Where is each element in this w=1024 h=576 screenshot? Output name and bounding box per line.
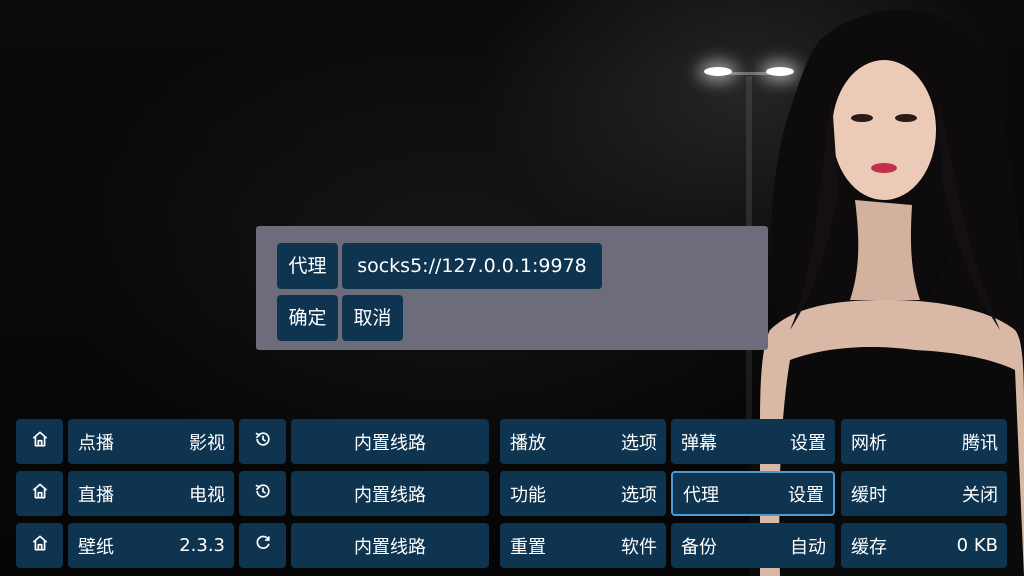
live-value: 电视 [189,484,225,506]
wallpaper-button[interactable]: 壁纸 2.3.3 [68,523,234,568]
cancel-button[interactable]: 取消 [342,295,403,341]
home-button[interactable] [16,523,63,568]
proxy-settings-label: 代理 [683,484,719,506]
cache-size-value: 0 KB [956,535,998,556]
live-label: 直播 [78,484,114,506]
vod-route-button[interactable]: 内置线路 [291,419,489,464]
danmaku-label: 弹幕 [681,432,717,454]
home-button[interactable] [16,471,63,516]
danmaku-value: 设置 [790,432,826,454]
reset-value: 软件 [621,536,657,558]
danmaku-settings-button[interactable]: 弹幕 设置 [671,419,835,464]
reset-software-button[interactable]: 重置 软件 [500,523,666,568]
parser-label: 网析 [851,432,887,454]
proxy-settings-button[interactable]: 代理 设置 [671,471,835,516]
home-icon [30,481,50,506]
backup-label: 备份 [681,536,717,558]
player-options-button[interactable]: 播放 选项 [500,419,666,464]
player-value: 选项 [621,432,657,454]
refresh-icon [253,533,273,558]
function-value: 选项 [621,484,657,506]
confirm-button[interactable]: 确定 [277,295,338,341]
backup-button[interactable]: 备份 自动 [671,523,835,568]
cache-button[interactable]: 缓存 0 KB [841,523,1007,568]
function-options-button[interactable]: 功能 选项 [500,471,666,516]
live-route-button[interactable]: 内置线路 [291,471,489,516]
buffer-time-label: 缓时 [851,484,887,506]
wallpaper-route-button[interactable]: 内置线路 [291,523,489,568]
proxy-settings-value: 设置 [788,484,824,506]
home-icon [30,429,50,454]
wallpaper-route-label: 内置线路 [354,536,426,558]
live-history-button[interactable] [239,471,286,516]
live-site-button[interactable]: 直播 电视 [68,471,234,516]
refresh-button[interactable] [239,523,286,568]
cache-label: 缓存 [851,536,887,558]
proxy-label: 代理 [277,243,338,289]
proxy-address-field[interactable]: socks5://127.0.0.1:9978 [342,243,602,289]
proxy-dialog: 代理 socks5://127.0.0.1:9978 确定 取消 [256,226,768,350]
parser-button[interactable]: 网析 腾讯 [841,419,1007,464]
vod-value: 影视 [189,432,225,454]
version-value: 2.3.3 [179,535,225,556]
parser-value: 腾讯 [962,432,998,454]
home-icon [30,533,50,558]
function-label: 功能 [510,484,546,506]
player-label: 播放 [510,432,546,454]
street-lamp-light [704,67,732,76]
vod-site-button[interactable]: 点播 影视 [68,419,234,464]
buffer-time-button[interactable]: 缓时 关闭 [841,471,1007,516]
history-icon [253,429,273,454]
wallpaper-label: 壁纸 [78,536,114,558]
buffer-time-value: 关闭 [962,484,998,506]
history-icon [253,481,273,506]
backup-value: 自动 [790,536,826,558]
vod-route-label: 内置线路 [354,432,426,454]
vod-label: 点播 [78,432,114,454]
vod-history-button[interactable] [239,419,286,464]
home-button[interactable] [16,419,63,464]
live-route-label: 内置线路 [354,484,426,506]
reset-label: 重置 [510,536,546,558]
